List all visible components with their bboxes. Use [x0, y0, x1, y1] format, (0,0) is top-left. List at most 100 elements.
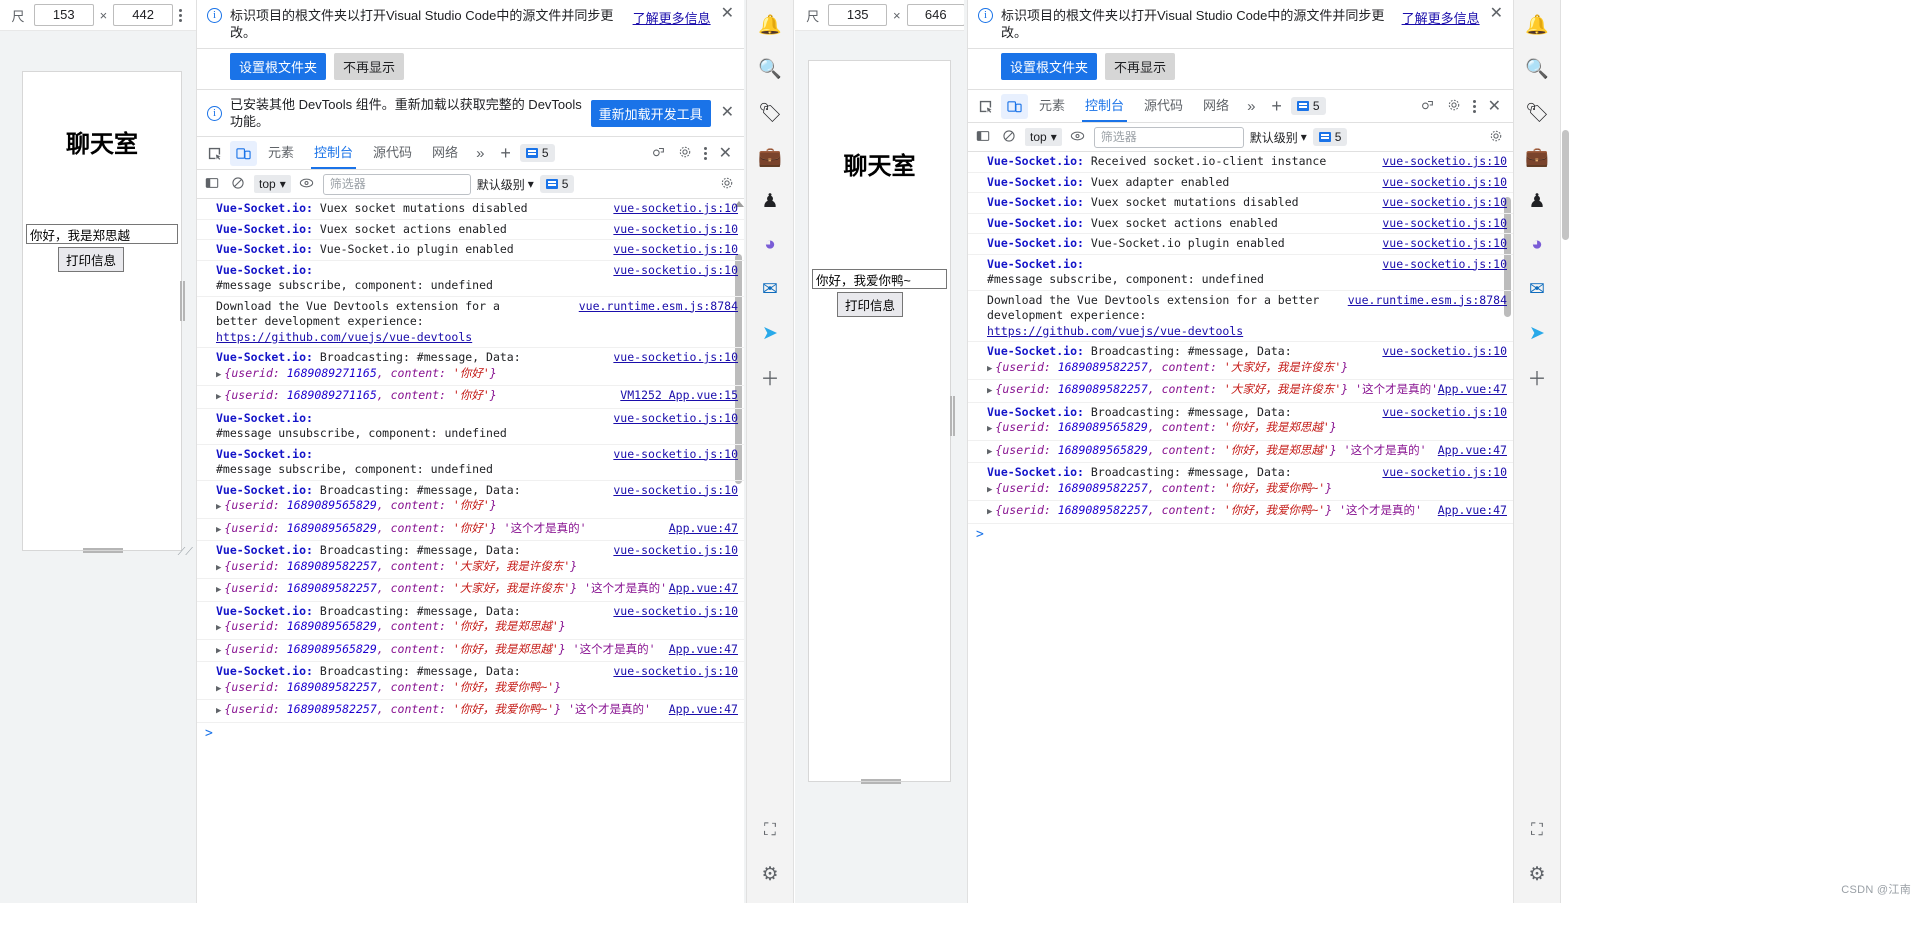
console-sidebar-icon[interactable]: [973, 129, 993, 146]
chat-message-input-left[interactable]: [26, 224, 178, 244]
source-link[interactable]: App.vue:47: [669, 702, 738, 718]
console-sidebar-icon[interactable]: [202, 176, 222, 193]
console-filter-input-right[interactable]: 筛选器: [1093, 126, 1244, 148]
execution-context-select-right[interactable]: top ▾: [1025, 128, 1062, 146]
expand-triangle-icon[interactable]: ▶: [987, 447, 992, 457]
console-line[interactable]: Vue-Socket.io: Vuex socket mutations dis…: [968, 193, 1513, 214]
console-line[interactable]: ▶ {userid: 1689089565829, content: '你好，我是…: [968, 441, 1513, 463]
console-line[interactable]: Vue-Socket.io: Broadcasting: #message, D…: [968, 342, 1513, 380]
search-icon[interactable]: 🔍: [753, 54, 787, 84]
source-link[interactable]: vue-socketio.js:10: [1382, 465, 1507, 481]
settings-icon[interactable]: ⚙: [1520, 859, 1554, 889]
office-icon[interactable]: ◕: [753, 230, 787, 260]
console-line[interactable]: ▶ {userid: 1689089565829, content: '你好，我是…: [197, 640, 744, 662]
console-line[interactable]: ▶ {userid: 1689089582257, content: '大家好，我…: [968, 380, 1513, 403]
live-expression-icon[interactable]: [297, 177, 317, 192]
expand-triangle-icon[interactable]: ▶: [987, 364, 992, 374]
close-devtools-icon[interactable]: ✕: [1483, 96, 1506, 116]
expand-triangle-icon[interactable]: ▶: [216, 585, 221, 595]
close-devtools-icon[interactable]: ✕: [714, 143, 737, 163]
outlook-icon[interactable]: ✉: [1520, 274, 1554, 304]
expand-triangle-icon[interactable]: ▶: [987, 485, 992, 495]
expand-triangle-icon[interactable]: ▶: [216, 563, 221, 573]
set-root-folder-button-left[interactable]: 设置根文件夹: [230, 53, 327, 80]
source-link[interactable]: App.vue:47: [669, 581, 738, 597]
resize-corner-left[interactable]: ⟋⟋: [178, 546, 193, 559]
source-link[interactable]: vue-socketio.js:10: [1382, 175, 1507, 191]
add-tab-icon[interactable]: +: [493, 144, 518, 162]
gear-icon[interactable]: [1484, 129, 1508, 146]
source-link[interactable]: vue-socketio.js:10: [1382, 236, 1507, 252]
source-link[interactable]: App.vue:47: [1438, 503, 1507, 519]
console-issues-badge-right[interactable]: 5: [1312, 128, 1348, 146]
console-line[interactable]: Vue-Socket.io: Vuex socket mutations dis…: [197, 199, 744, 220]
expand-triangle-icon[interactable]: ▶: [987, 424, 992, 434]
log-level-select-right[interactable]: 默认级别 ▾: [1250, 129, 1307, 146]
console-line[interactable]: ▶ {userid: 1689089271165, content: '你好'} V…: [197, 386, 744, 409]
office-icon[interactable]: ◕: [1520, 230, 1554, 260]
console-line[interactable]: ▶ {userid: 1689089582257, content: '你好，我爱…: [968, 501, 1513, 524]
console-issues-badge-left[interactable]: 5: [539, 175, 575, 193]
resize-handle-right-right[interactable]: [950, 396, 955, 436]
chess-icon[interactable]: ♟: [1520, 186, 1554, 216]
console-line[interactable]: Vue-Socket.io: #message subscribe, compon…: [197, 445, 744, 481]
resize-handle-bottom-left[interactable]: [83, 548, 123, 553]
source-link[interactable]: vue.runtime.esm.js:8784: [1348, 293, 1507, 309]
console-line[interactable]: Vue-Socket.io: Broadcasting: #message, D…: [968, 403, 1513, 441]
dont-show-again-button-right[interactable]: 不再显示: [1105, 53, 1176, 80]
add-icon[interactable]: ＋: [1520, 362, 1554, 392]
console-line[interactable]: Vue-Socket.io: Vuex socket actions enabl…: [968, 214, 1513, 234]
source-link[interactable]: vue-socketio.js:10: [613, 604, 738, 620]
console-output-right[interactable]: Vue-Socket.io: Received socket.io-client…: [968, 152, 1513, 932]
kebab-menu-icon[interactable]: [699, 145, 712, 162]
resize-handle-bottom-right[interactable]: [861, 779, 901, 784]
console-line[interactable]: ▶ {userid: 1689089582257, content: '大家好，我…: [197, 579, 744, 602]
console-line[interactable]: Vue-Socket.io: Broadcasting: #message, D…: [197, 602, 744, 640]
expand-triangle-icon[interactable]: ▶: [216, 706, 221, 716]
tab-network-left[interactable]: 网络: [423, 137, 467, 169]
send-message-button-left[interactable]: 打印信息: [58, 247, 125, 272]
devtools-url-link[interactable]: https://github.com/vuejs/vue-devtools: [987, 324, 1243, 338]
console-line[interactable]: Vue-Socket.io: Vuex adapter enabled vue-s…: [968, 173, 1513, 193]
kebab-menu-icon[interactable]: [179, 7, 182, 24]
chat-message-input-right[interactable]: [812, 269, 947, 289]
screenshot-icon[interactable]: ⛶: [1520, 815, 1554, 845]
source-link[interactable]: vue-socketio.js:10: [613, 242, 738, 258]
clear-console-icon[interactable]: [228, 176, 248, 193]
live-expression-icon[interactable]: [1068, 130, 1088, 145]
source-link[interactable]: App.vue:47: [1438, 443, 1507, 459]
expand-triangle-icon[interactable]: ▶: [216, 646, 221, 656]
add-icon[interactable]: ＋: [753, 362, 787, 392]
briefcase-icon[interactable]: 💼: [753, 142, 787, 172]
tab-sources-right[interactable]: 源代码: [1135, 90, 1192, 122]
issues-badge-right[interactable]: 5: [1290, 97, 1326, 115]
tab-elements-left[interactable]: 元素: [259, 137, 303, 169]
issues-badge-left[interactable]: 5: [519, 144, 555, 162]
gear-icon[interactable]: [715, 176, 739, 193]
console-line[interactable]: Vue-Socket.io: Vue-Socket.io plugin enab…: [197, 240, 744, 261]
console-line[interactable]: Vue-Socket.io: Broadcasting: #message, D…: [197, 481, 744, 519]
source-link[interactable]: vue-socketio.js:10: [613, 222, 738, 238]
source-link[interactable]: App.vue:47: [669, 521, 738, 537]
chess-icon[interactable]: ♟: [753, 186, 787, 216]
device-width-input[interactable]: 153: [33, 4, 94, 26]
source-link[interactable]: vue-socketio.js:10: [613, 201, 738, 217]
telegram-icon[interactable]: ➤: [1520, 318, 1554, 348]
console-line[interactable]: ▶ {userid: 1689089565829, content: '你好'} …: [197, 519, 744, 541]
tab-network-right[interactable]: 网络: [1194, 90, 1238, 122]
search-icon[interactable]: 🔍: [1520, 54, 1554, 84]
devtools-url-link[interactable]: https://github.com/vuejs/vue-devtools: [216, 330, 472, 344]
log-level-select-left[interactable]: 默认级别 ▾: [477, 176, 534, 193]
gear-icon[interactable]: [1442, 98, 1466, 115]
expand-triangle-icon[interactable]: ▶: [216, 684, 221, 694]
source-link[interactable]: vue-socketio.js:10: [1382, 344, 1507, 360]
source-link[interactable]: vue-socketio.js:10: [613, 483, 738, 499]
console-line[interactable]: Vue-Socket.io: #message subscribe, compon…: [197, 261, 744, 297]
expand-triangle-icon[interactable]: ▶: [216, 370, 221, 380]
bell-icon[interactable]: 🔔: [1520, 10, 1554, 40]
close-icon[interactable]: ✕: [719, 105, 736, 121]
tab-sources-left[interactable]: 源代码: [364, 137, 421, 169]
source-link[interactable]: vue-socketio.js:10: [613, 664, 738, 680]
source-link[interactable]: vue-socketio.js:10: [613, 263, 738, 279]
add-tab-icon[interactable]: +: [1264, 97, 1289, 115]
